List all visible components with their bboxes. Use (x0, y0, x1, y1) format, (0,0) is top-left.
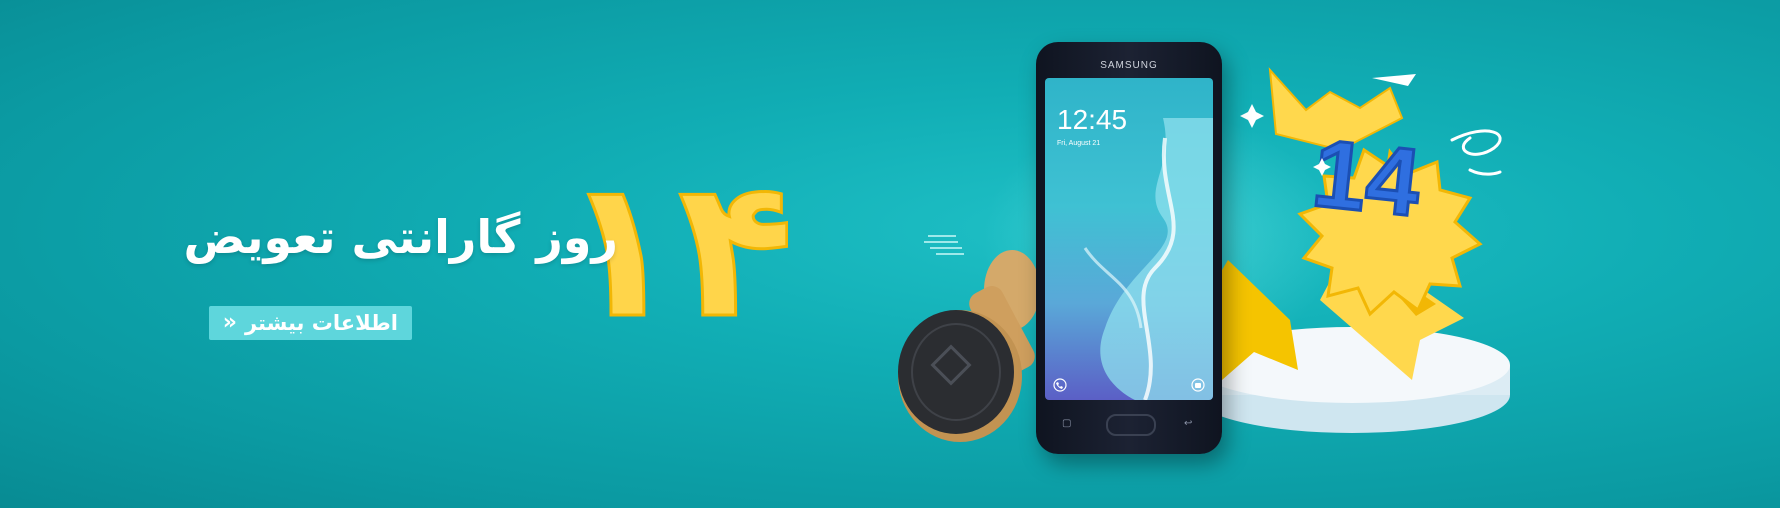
rubber-stamp (898, 250, 1040, 442)
phone-brand: SAMSUNG (1100, 60, 1158, 71)
back-icon: ↩ (1184, 418, 1193, 429)
smartphone: SAMSUNG 12:45 Fri, August 21 ▢ ↩ (1036, 42, 1222, 454)
phone-screen: 12:45 Fri, August 21 (1045, 78, 1213, 400)
speed-lines (924, 235, 964, 255)
phone-date: Fri, August 21 (1057, 140, 1101, 147)
swirl-doodle (1450, 129, 1502, 176)
phone-icon (1053, 378, 1067, 392)
home-button (1106, 414, 1156, 436)
recent-apps-icon: ▢ (1062, 418, 1072, 429)
white-flag (1372, 74, 1416, 86)
promo-banner[interactable]: ۱۴ روز گارانتی تعویض اطلاعات بیشتر « 14 … (0, 0, 1780, 508)
product-scene: 14 (898, 67, 1510, 442)
camera-icon (1191, 378, 1205, 392)
phone-clock: 12:45 (1057, 104, 1128, 135)
badge-number: 14 (1308, 119, 1425, 237)
